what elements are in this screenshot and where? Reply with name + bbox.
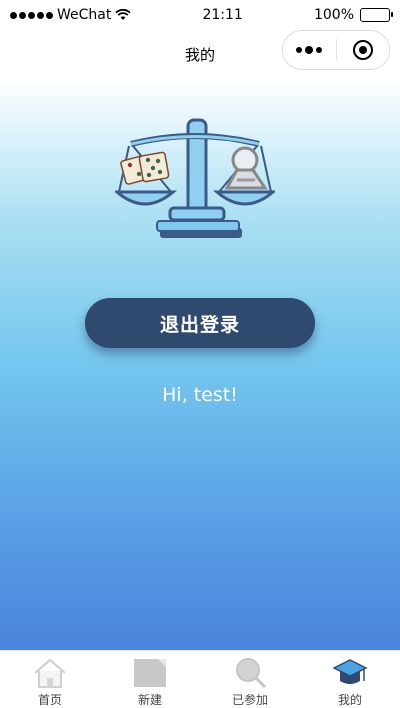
tab-label: 首页 bbox=[37, 693, 62, 707]
carrier-name: WeChat bbox=[57, 7, 112, 23]
more-button[interactable] bbox=[283, 31, 336, 69]
search-icon bbox=[236, 658, 267, 689]
battery-group: 100% bbox=[313, 7, 393, 23]
profile-content: 退出登录 Hi, test! bbox=[0, 78, 400, 650]
home-icon bbox=[34, 658, 66, 688]
navigation-bar: 我的 bbox=[0, 30, 400, 78]
wifi-icon bbox=[115, 9, 131, 20]
close-button[interactable] bbox=[336, 31, 389, 69]
phone-screen: WeChat 21:11 100% 我的 退出登录 Hi, test! 首页 新… bbox=[0, 0, 400, 708]
new-icon bbox=[134, 659, 166, 687]
tab-mine[interactable]: 我的 bbox=[300, 651, 400, 708]
target-icon bbox=[352, 40, 373, 60]
tab-new[interactable]: 新建 bbox=[100, 651, 200, 708]
tab-label: 已参加 bbox=[231, 693, 268, 707]
page-title: 我的 bbox=[184, 45, 215, 64]
tab-label: 新建 bbox=[137, 693, 162, 707]
more-dots-icon bbox=[296, 46, 323, 54]
balance-scale-icon bbox=[115, 118, 275, 238]
logout-button[interactable]: 退出登录 bbox=[85, 298, 315, 348]
signal-icon bbox=[10, 11, 53, 19]
graduation-cap-icon bbox=[332, 659, 368, 684]
tab-joined[interactable]: 已参加 bbox=[200, 651, 300, 708]
signal-group: WeChat bbox=[10, 7, 131, 23]
tab-bar: 首页 新建 已参加 我的 bbox=[0, 650, 400, 708]
greeting-text: Hi, test! bbox=[162, 384, 238, 406]
tab-label: 我的 bbox=[337, 693, 362, 707]
status-bar: WeChat 21:11 100% bbox=[0, 0, 400, 30]
mini-program-capsule bbox=[282, 30, 390, 70]
battery-icon bbox=[360, 8, 393, 22]
tab-home[interactable]: 首页 bbox=[0, 651, 100, 708]
battery-percent: 100% bbox=[313, 7, 354, 23]
clock-time: 21:11 bbox=[202, 7, 243, 23]
